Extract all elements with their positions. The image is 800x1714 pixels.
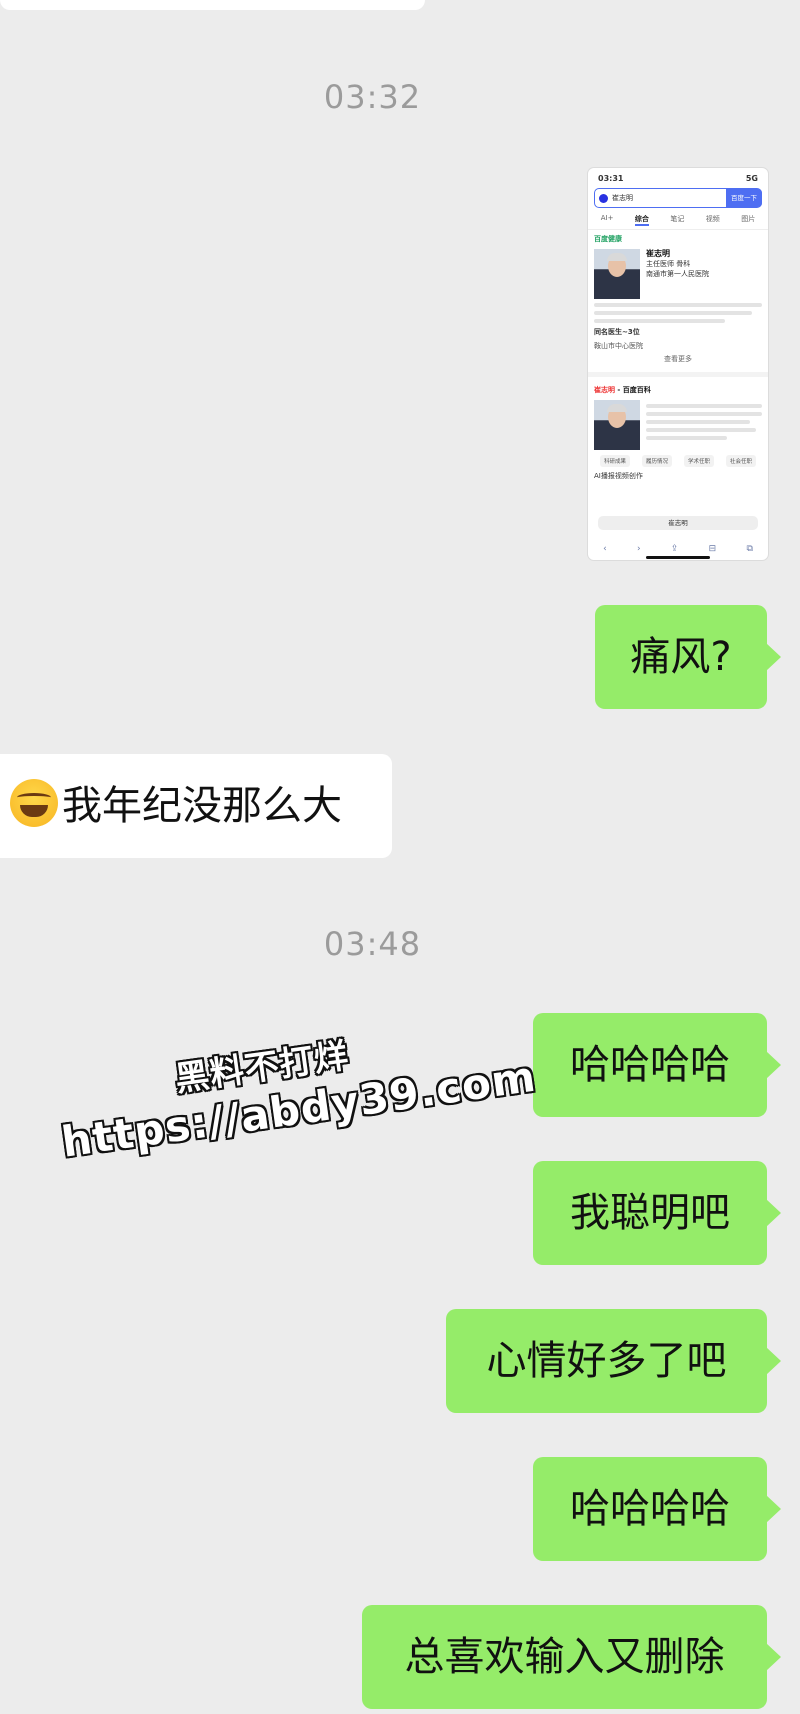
doctor-title: 主任医师 骨科 (646, 260, 691, 268)
doctor-name: 崔志明 (646, 249, 670, 258)
baike-lines (646, 400, 762, 450)
chat-bubble-received[interactable]: 我年纪没那么大 (0, 754, 392, 858)
chat-bubble-sent[interactable]: 我聪明吧 (533, 1161, 781, 1265)
image-message[interactable]: 03:31 5G 崔志明 百度一下 AI+ 综合 笔记 视频 图片 百度健康 崔… (588, 168, 768, 560)
tab-video: 视频 (705, 215, 720, 223)
ai-banner: AI播报视频创作 (594, 472, 643, 480)
baidu-paw-icon (599, 193, 608, 203)
health-card: 百度健康 崔志明 主任医师 骨科 南通市第一人民医院 同名医生~3位 鞍山市中心… (588, 230, 768, 368)
pill: 社会任职 (725, 455, 756, 467)
tab-images: 图片 (741, 215, 756, 223)
related-hospital: 鞍山市中心医院 (594, 342, 643, 350)
chat-bubble-sent[interactable]: 哈哈哈哈 (533, 1457, 781, 1561)
pill: 履历情况 (641, 455, 672, 467)
tab-notes: 笔记 (670, 215, 685, 223)
summary-lines (594, 303, 762, 323)
chat-bubble-sent[interactable]: 痛风? (595, 605, 781, 709)
baike-photo (594, 400, 640, 450)
chat-bubble-sent[interactable]: 哈哈哈哈 (533, 1013, 781, 1117)
pill: 学术任职 (683, 455, 714, 467)
tab-all: 综合 (634, 214, 649, 226)
previous-message-bubble (0, 0, 425, 10)
baike-card: 崔志明 - 百度百科 科研成果 履历情况 学术任职 社会任职 AI播报视频创作 (588, 381, 768, 485)
timestamp: 03:48 (323, 925, 422, 963)
forward-icon: › (636, 544, 641, 554)
chat-bubble-sent[interactable]: 总喜欢输入又删除 (362, 1605, 781, 1709)
divider (588, 372, 768, 377)
baike-pills: 科研成果 履历情况 学术任职 社会任职 (594, 455, 762, 467)
laugh-tears-emoji-icon (10, 779, 58, 827)
doctor-hospital: 南通市第一人民医院 (646, 270, 709, 278)
tabs-icon: ⧉ (746, 544, 753, 554)
status-network: 5G (745, 173, 758, 183)
message-text: 我年纪没那么大 (62, 783, 342, 829)
status-time: 03:31 (598, 173, 624, 183)
share-icon: ⇪ (670, 544, 679, 554)
baike-title: 崔志明 - 百度百科 (594, 386, 651, 394)
home-indicator (646, 556, 710, 559)
search-tabs: AI+ 综合 笔记 视频 图片 (588, 208, 768, 230)
related-header: 同名医生~3位 (594, 328, 640, 336)
chat-bubble-sent[interactable]: 心情好多了吧 (446, 1309, 781, 1413)
pill: 科研成果 (599, 455, 630, 467)
search-query: 崔志明 (612, 194, 633, 202)
bookmarks-icon: ⊟ (708, 544, 717, 554)
doctor-photo (594, 249, 640, 299)
search-box: 崔志明 百度一下 (594, 188, 762, 208)
search-button: 百度一下 (726, 189, 762, 207)
see-more: 查看更多 (664, 355, 692, 363)
timestamp: 03:32 (323, 78, 422, 116)
back-icon: ‹ (603, 544, 607, 554)
address-bar: 崔志明 (598, 516, 758, 530)
tab-ai: AI+ (600, 214, 614, 222)
status-bar: 03:31 5G (588, 168, 768, 188)
browser-toolbar: ‹ › ⇪ ⊟ ⧉ (588, 544, 768, 554)
brand-label: 百度健康 (594, 235, 622, 243)
